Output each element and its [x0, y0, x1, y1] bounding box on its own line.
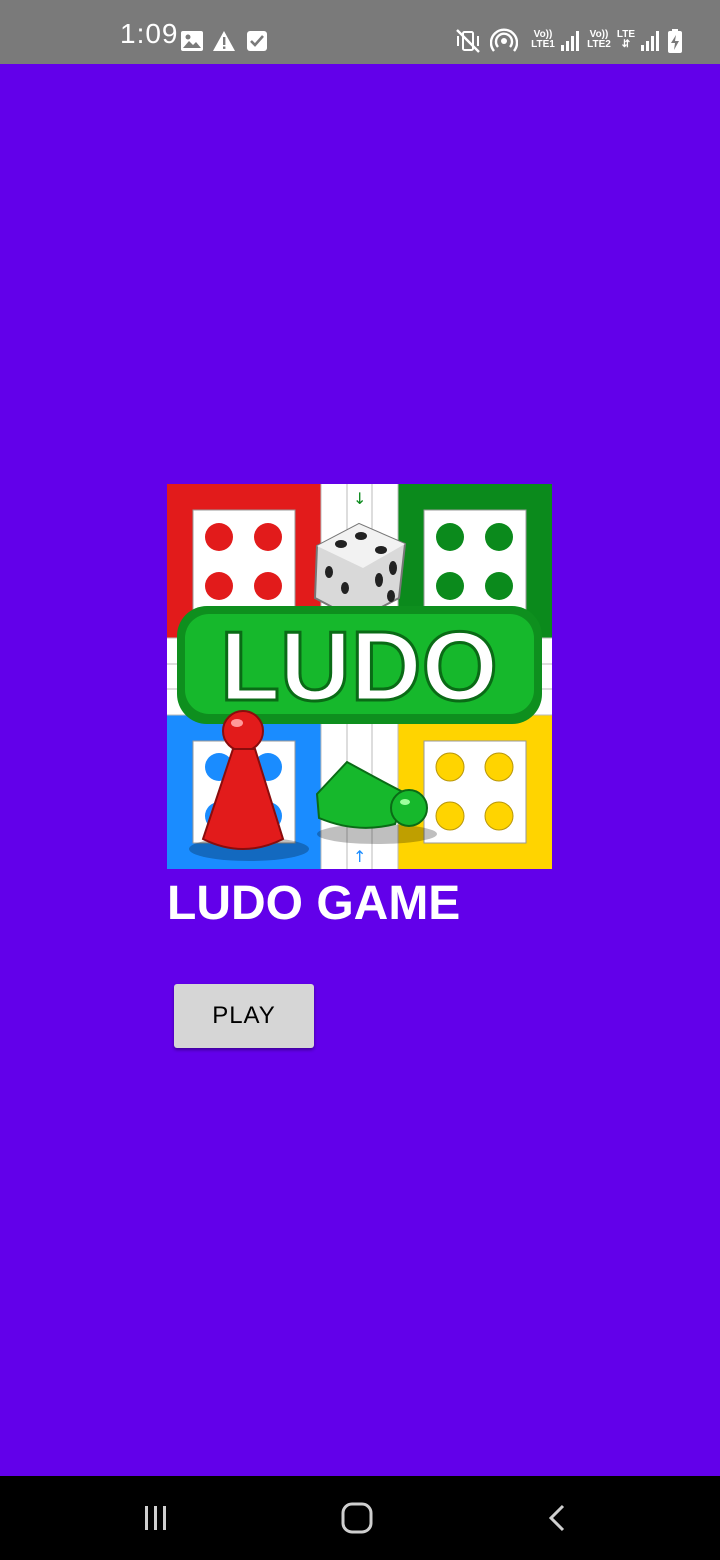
back-icon[interactable] — [534, 1494, 582, 1542]
signal-icon — [560, 30, 580, 57]
logo-text: LUDO — [220, 611, 498, 721]
checkbox-icon — [246, 30, 268, 57]
mute-icon — [455, 28, 481, 59]
home-icon[interactable] — [333, 1494, 381, 1542]
game-title: LUDO GAME — [167, 877, 461, 930]
hotspot-icon — [489, 28, 519, 59]
play-button[interactable]: PLAY — [174, 984, 314, 1048]
sim2-label: Vo)) LTE2 — [584, 30, 614, 50]
battery-charging-icon — [667, 28, 683, 59]
sim1-lte-label: LTE1 — [531, 39, 555, 50]
sim1-label: Vo)) LTE1 — [528, 30, 558, 50]
navigation-bar — [0, 1476, 720, 1560]
app-content: ↓ ↑ LUDO LUDO GAME PLAY — [0, 64, 720, 1476]
status-time: 1:09 — [120, 18, 179, 49]
phone-screen: 1:09 Vo)) LTE1 Vo)) LTE2 LTE ⇵ ↓ ↑ LUDO … — [0, 0, 720, 1560]
signal-icon — [640, 30, 660, 57]
data-indicator: LTE ⇵ — [614, 30, 638, 50]
ludo-logo-image: ↓ ↑ LUDO — [167, 484, 552, 869]
image-icon — [180, 30, 204, 57]
status-bar: 1:09 Vo)) LTE1 Vo)) LTE2 LTE ⇵ — [0, 0, 720, 64]
sim2-lte-label: LTE2 — [587, 39, 611, 50]
svg-text:↓: ↓ — [353, 489, 366, 508]
svg-text:↑: ↑ — [353, 847, 366, 866]
recents-icon[interactable] — [132, 1494, 180, 1542]
data-arrows-icon: ⇵ — [621, 39, 631, 50]
warning-icon — [212, 30, 236, 57]
